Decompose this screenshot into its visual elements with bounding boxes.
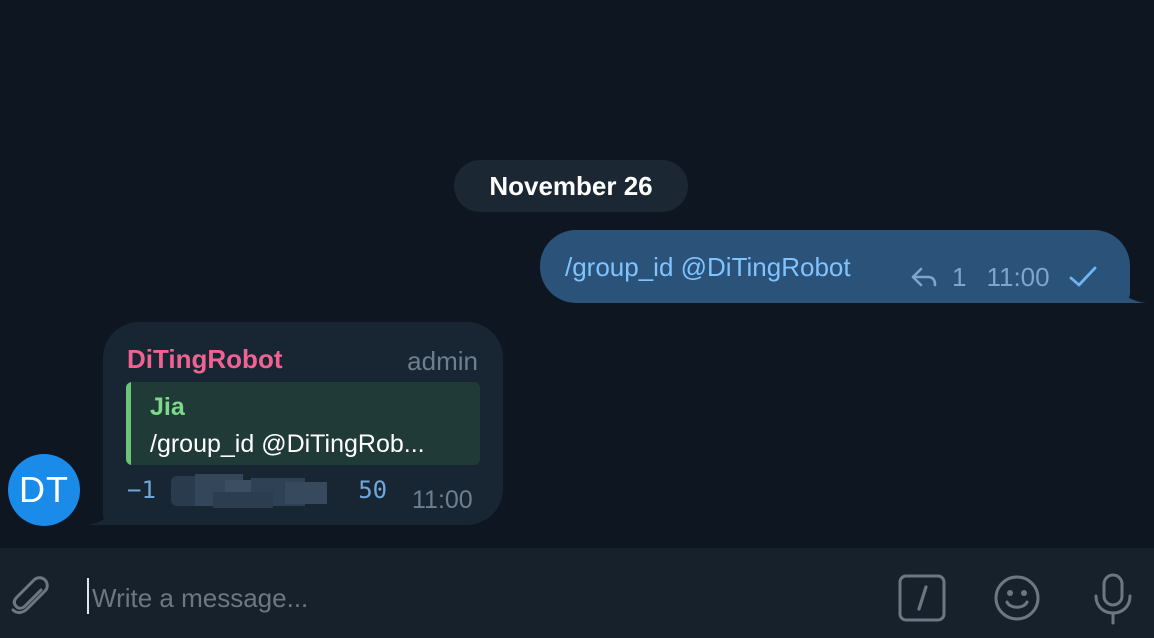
sender-role-badge: admin (407, 346, 478, 376)
emoji-icon[interactable] (993, 574, 1041, 622)
slash-command-icon[interactable] (898, 574, 946, 622)
reply-count[interactable]: 1 (952, 262, 966, 293)
paperclip-icon[interactable] (8, 575, 54, 621)
reply-quote[interactable]: Jia /group_id @DiTingRob... (126, 382, 480, 465)
incoming-message-time: 11:00 (412, 486, 473, 514)
redaction-blur (171, 474, 327, 508)
check-icon (1069, 266, 1097, 287)
outgoing-message-time: 11:00 (986, 261, 1050, 292)
reply-arrow-icon (911, 267, 937, 287)
sender-name[interactable]: DiTingRobot (127, 344, 282, 375)
avatar[interactable]: DT (8, 454, 80, 526)
outgoing-message-meta: 1 11:00 (910, 262, 1098, 292)
outgoing-bubble-tail (1116, 281, 1146, 303)
text-caret (87, 578, 89, 614)
microphone-icon[interactable] (1090, 572, 1136, 626)
quote-author: Jia (150, 393, 185, 421)
chat-history: November 26 /group_id @DiTingRobot 1 11:… (0, 0, 1154, 548)
outgoing-message-text: /group_id @DiTingRobot (565, 252, 851, 282)
incoming-bubble-tail (86, 503, 116, 525)
message-input[interactable] (90, 574, 874, 622)
date-separator[interactable]: November 26 (454, 160, 688, 212)
quote-text: /group_id @DiTingRob... (150, 430, 425, 458)
quote-accent-bar (126, 382, 131, 465)
